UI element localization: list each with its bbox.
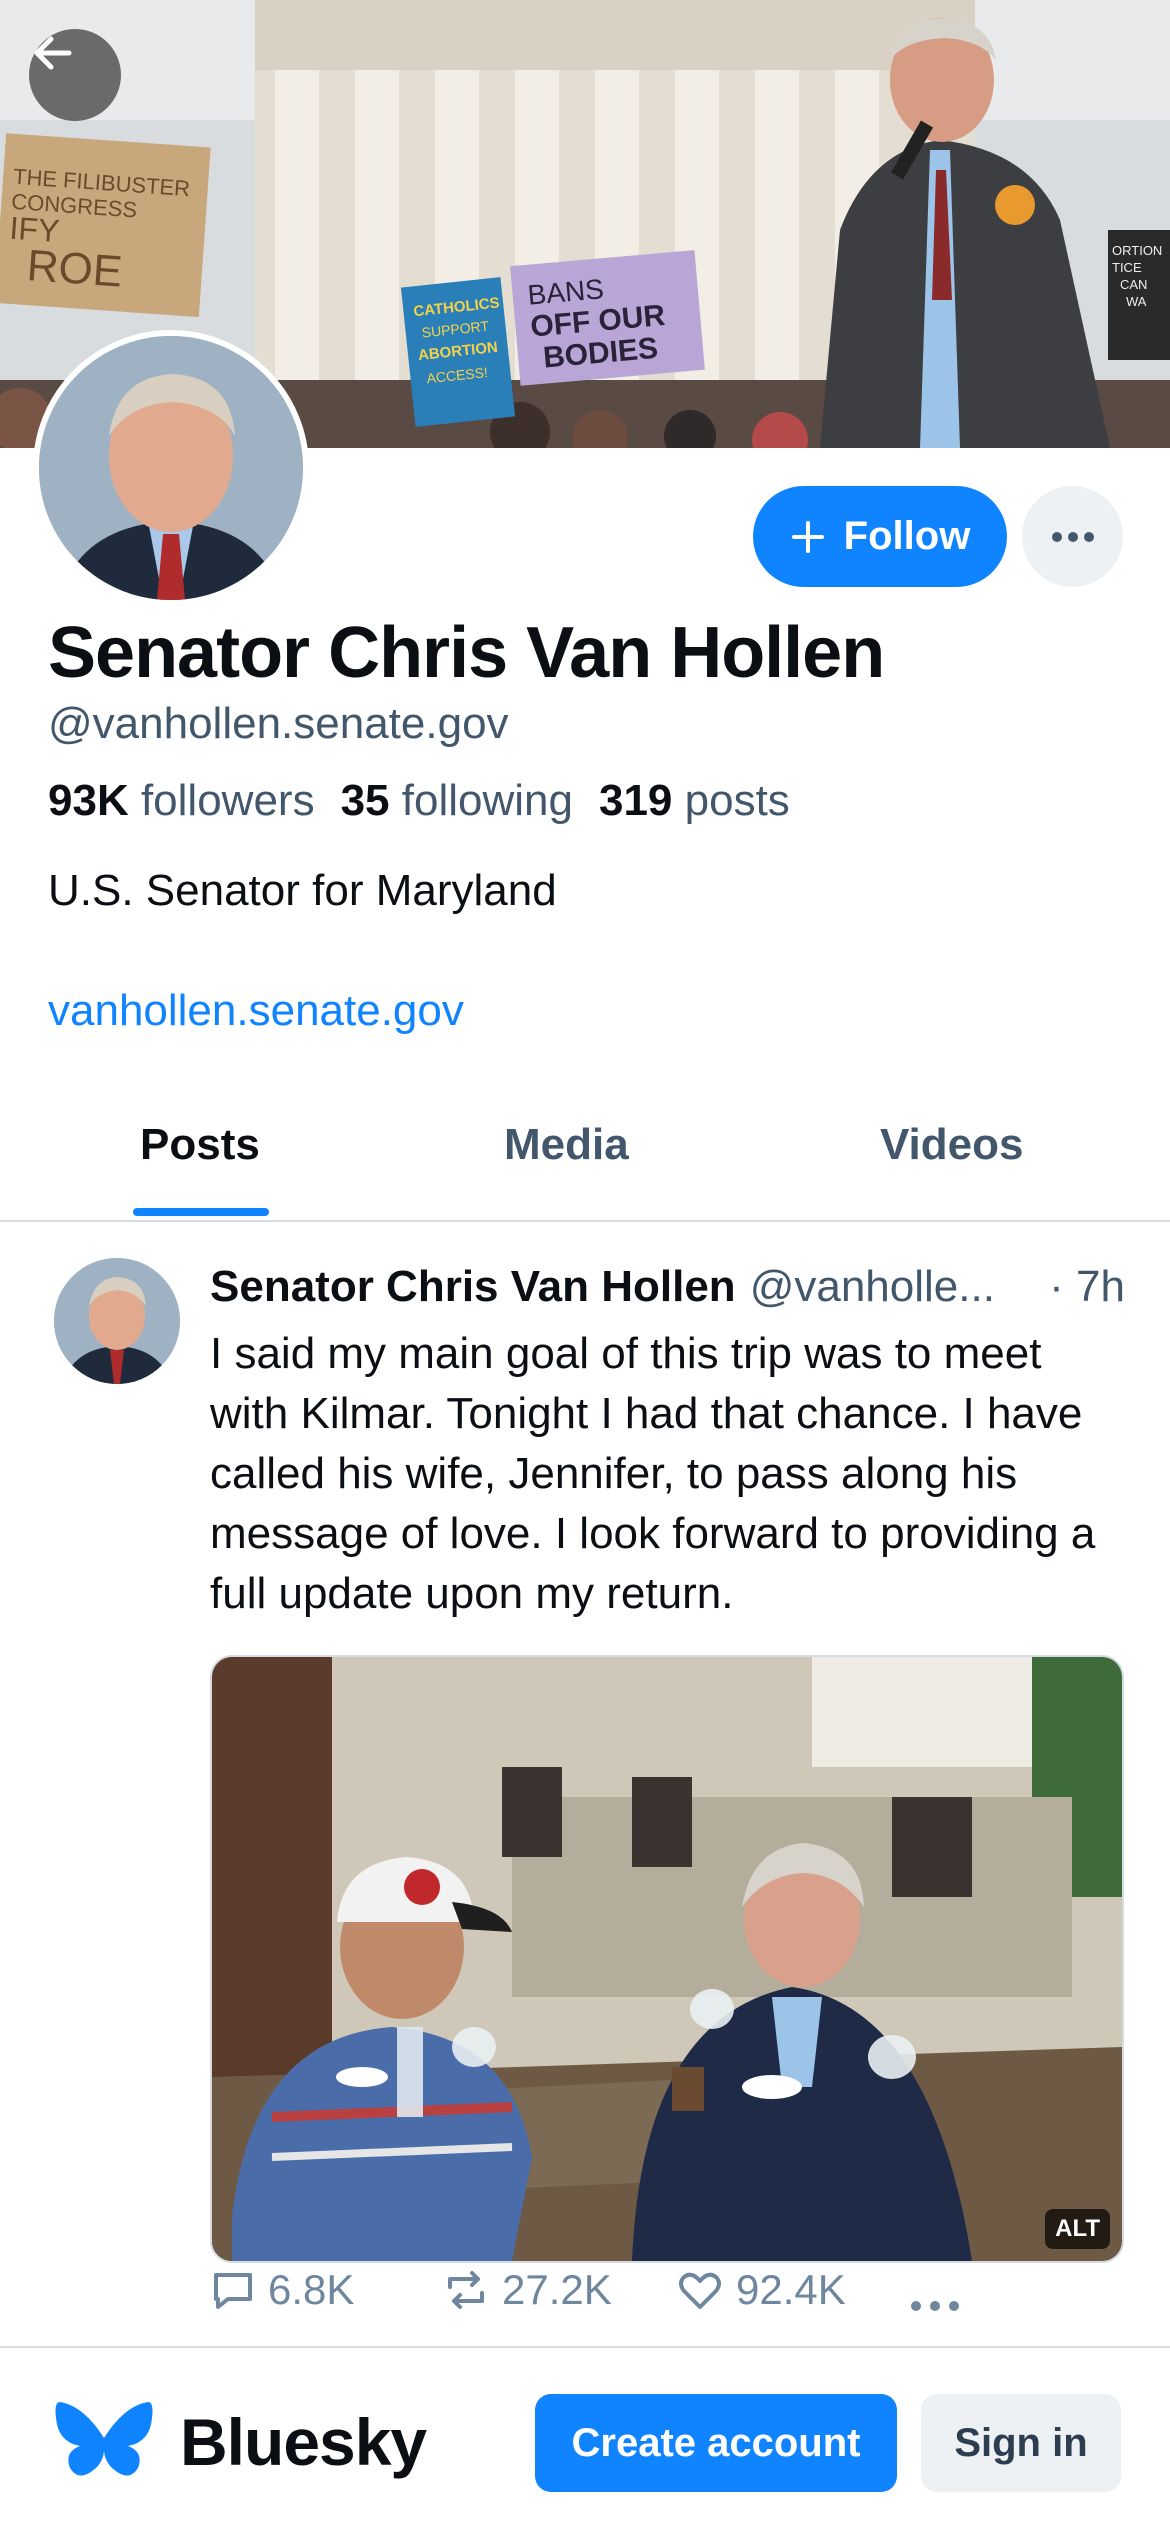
create-account-button[interactable]: Create account	[535, 2394, 897, 2492]
profile-tabs: Posts Media Videos	[0, 1090, 1170, 1222]
back-button[interactable]	[29, 29, 121, 121]
svg-text:ROE: ROE	[25, 241, 124, 297]
svg-text:WA: WA	[1126, 294, 1147, 309]
repost-count: 27.2K	[502, 2266, 612, 2313]
tab-posts[interactable]: Posts	[140, 1120, 260, 1170]
following-stat[interactable]: 35 following	[341, 776, 573, 826]
like-button[interactable]: 92.4K	[676, 2266, 846, 2314]
profile-stats: 93K followers 35 following 319 posts	[48, 776, 790, 826]
tab-videos[interactable]: Videos	[880, 1120, 1023, 1170]
profile-website-link[interactable]: vanhollen.senate.gov	[48, 986, 464, 1036]
bluesky-wordmark: Bluesky	[180, 2405, 427, 2479]
post-image[interactable]: ALT	[210, 1655, 1124, 2263]
post-header: Senator Chris Van Hollen @vanholle... · …	[210, 1262, 1125, 1312]
post-avatar-photo	[54, 1258, 180, 1384]
post-author-name[interactable]: Senator Chris Van Hollen	[210, 1262, 736, 1312]
sign-in-button[interactable]: Sign in	[921, 2394, 1121, 2492]
repost-button[interactable]: 27.2K	[442, 2266, 612, 2314]
active-tab-indicator	[133, 1208, 269, 1216]
post-author-handle[interactable]: @vanholle...	[750, 1262, 995, 1312]
post-photo	[212, 1657, 1122, 2261]
post-more-button[interactable]	[910, 2300, 960, 2312]
profile-display-name: Senator Chris Van Hollen	[48, 613, 885, 693]
plus-icon	[791, 520, 824, 553]
signup-bottom-bar: Bluesky Create account Sign in	[0, 2346, 1170, 2532]
profile-handle: @vanhollen.senate.gov	[48, 699, 509, 748]
tab-media[interactable]: Media	[504, 1120, 629, 1170]
repost-icon	[448, 2271, 484, 2309]
arrow-left-icon	[34, 36, 72, 70]
avatar-photo	[39, 336, 303, 600]
speech-bubble-icon	[214, 2273, 252, 2309]
more-options-button[interactable]	[1022, 486, 1123, 587]
bluesky-butterfly-icon	[55, 2402, 153, 2476]
heart-icon	[679, 2272, 721, 2309]
bluesky-brand: Bluesky	[54, 2398, 427, 2486]
svg-text:CAN: CAN	[1120, 277, 1147, 292]
reply-button[interactable]: 6.8K	[210, 2266, 354, 2314]
post-timestamp[interactable]: · 7h	[1049, 1262, 1125, 1312]
reply-count: 6.8K	[268, 2266, 355, 2313]
profile-bio: U.S. Senator for Maryland	[48, 866, 557, 915]
follow-label: Follow	[843, 514, 971, 558]
posts-stat: 319 posts	[598, 776, 790, 825]
ellipsis-icon	[911, 2301, 959, 2311]
like-count: 92.4K	[736, 2266, 846, 2313]
alt-text-badge[interactable]: ALT	[1045, 2209, 1110, 2249]
svg-text:TICE: TICE	[1112, 260, 1142, 275]
svg-text:ORTION: ORTION	[1112, 243, 1162, 258]
followers-stat[interactable]: 93K followers	[48, 776, 315, 826]
post-text: I said my main goal of this trip was to …	[210, 1329, 1096, 1618]
post-author-avatar[interactable]	[54, 1258, 180, 1384]
profile-avatar[interactable]	[33, 330, 309, 606]
ellipsis-icon	[1051, 531, 1094, 542]
follow-button[interactable]: Follow	[753, 486, 1007, 587]
